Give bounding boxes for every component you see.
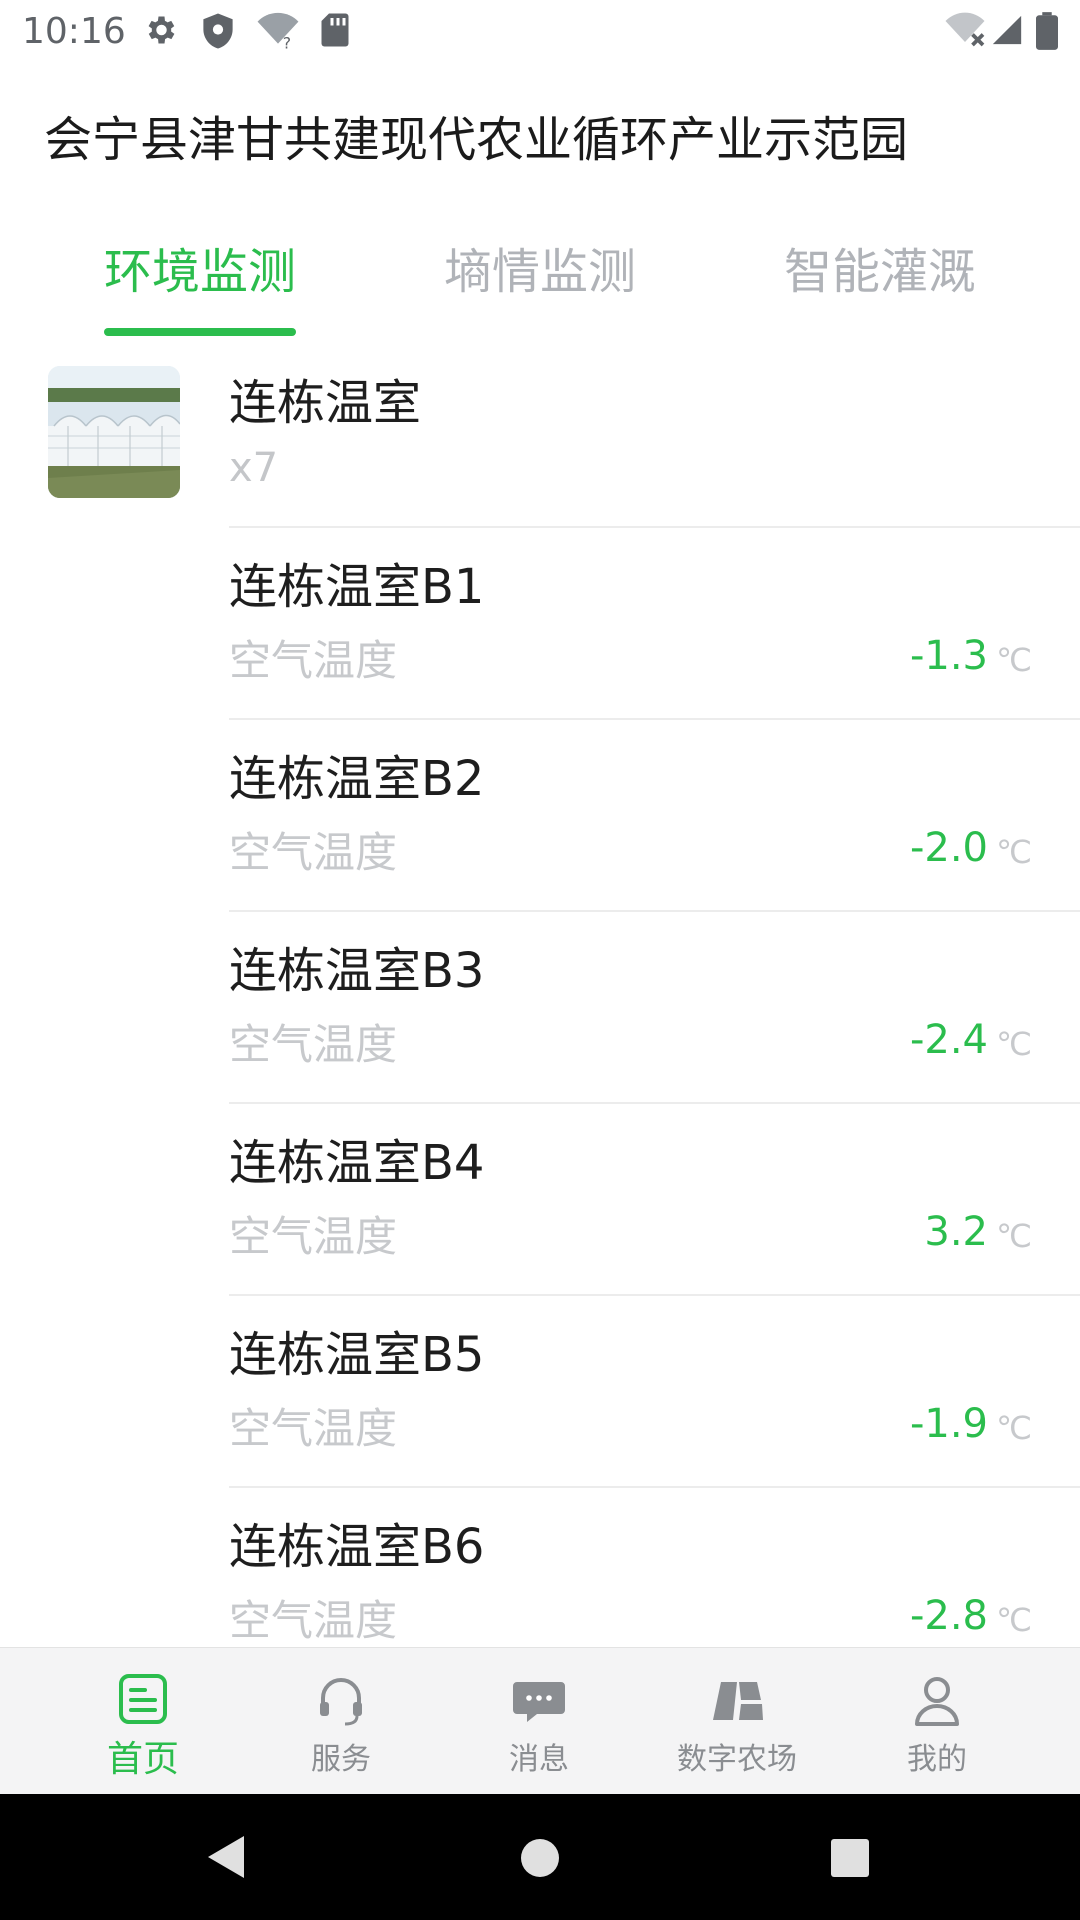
back-icon[interactable] <box>206 1834 246 1880</box>
greenhouse-list[interactable]: 连栋温室 x7 连栋温室B1 空气温度 -1.3 ℃ 连栋温室B2 空气温度 -… <box>0 345 1080 1647</box>
list-item-greenhouse-b1[interactable]: 连栋温室B1 空气温度 -1.3 ℃ <box>0 528 1080 720</box>
item-name: 连栋温室B2 <box>229 751 485 807</box>
tab-active-indicator <box>104 328 296 336</box>
home-circle-icon[interactable] <box>520 1838 560 1878</box>
item-unit: ℃ <box>996 1601 1032 1639</box>
tab-environment-monitoring[interactable]: 环境监测 <box>30 232 370 312</box>
tab-smart-irrigation[interactable]: 智能灌溉 <box>710 232 1050 312</box>
nav-item-service[interactable]: 服务 <box>241 1648 441 1795</box>
item-name: 连栋温室B4 <box>229 1135 485 1191</box>
item-temperature-value: -2.8 <box>909 1593 988 1639</box>
list-item-greenhouse-b6[interactable]: 连栋温室B6 空气温度 -2.8 ℃ <box>0 1488 1080 1647</box>
item-metric-label: 空气温度 <box>229 1020 398 1069</box>
group-count: x7 <box>229 445 279 491</box>
group-header[interactable]: 连栋温室 x7 <box>0 345 1080 528</box>
item-unit: ℃ <box>996 641 1032 679</box>
nav-label: 消息 <box>509 1742 569 1777</box>
item-metric-label: 空气温度 <box>229 636 398 685</box>
item-unit: ℃ <box>996 1025 1032 1063</box>
item-temperature-value: 3.2 <box>924 1209 988 1255</box>
item-unit: ℃ <box>996 1217 1032 1255</box>
list-item-greenhouse-b3[interactable]: 连栋温室B3 空气温度 -2.4 ℃ <box>0 912 1080 1104</box>
farm-icon <box>713 1682 763 1720</box>
nav-item-digital-farm[interactable]: 数字农场 <box>637 1648 837 1795</box>
battery-icon <box>1036 12 1058 50</box>
status-time: 10:16 <box>22 11 126 52</box>
item-name: 连栋温室B6 <box>229 1519 485 1575</box>
wifi-off-icon <box>945 12 985 47</box>
nav-item-home[interactable]: 首页 <box>43 1648 243 1795</box>
list-item-greenhouse-b2[interactable]: 连栋温室B2 空气温度 -2.0 ℃ <box>0 720 1080 912</box>
item-metric-label: 空气温度 <box>229 828 398 877</box>
item-name: 连栋温室B3 <box>229 943 485 999</box>
list-item-greenhouse-b5[interactable]: 连栋温室B5 空气温度 -1.9 ℃ <box>0 1296 1080 1488</box>
item-metric-label: 空气温度 <box>229 1596 398 1645</box>
item-temperature-value: -1.3 <box>909 633 988 679</box>
wifi-question-icon: ? <box>257 12 299 50</box>
system-nav-bar <box>0 1794 1080 1920</box>
nav-item-profile[interactable]: 我的 <box>837 1648 1037 1795</box>
item-temperature-value: -2.0 <box>909 825 988 871</box>
item-metric-label: 空气温度 <box>229 1212 398 1261</box>
gear-icon <box>148 16 175 44</box>
item-metric-label: 空气温度 <box>229 1404 398 1453</box>
tab-soil-moisture-monitoring[interactable]: 墒情监测 <box>370 232 710 312</box>
tab-bar: 环境监测 墒情监测 智能灌溉 <box>0 232 1080 342</box>
item-name: 连栋温室B5 <box>229 1327 485 1383</box>
nav-item-messages[interactable]: 消息 <box>439 1648 639 1795</box>
cell-signal-icon <box>992 15 1022 45</box>
item-name: 连栋温室B1 <box>229 559 485 615</box>
page-title: 会宁县津甘共建现代农业循环产业示范园 <box>44 112 909 168</box>
item-temperature-value: -2.4 <box>909 1017 988 1063</box>
greenhouse-thumbnail <box>48 366 180 498</box>
sd-card-icon <box>321 13 349 47</box>
shield-icon <box>203 13 233 49</box>
nav-label: 服务 <box>311 1742 371 1777</box>
user-icon <box>915 1677 959 1726</box>
list-item-greenhouse-b4[interactable]: 连栋温室B4 空气温度 3.2 ℃ <box>0 1104 1080 1296</box>
nav-label: 我的 <box>907 1742 967 1777</box>
headset-icon <box>320 1678 362 1726</box>
item-unit: ℃ <box>996 833 1032 871</box>
item-temperature-value: -1.9 <box>909 1401 988 1447</box>
nav-label: 数字农场 <box>677 1742 797 1777</box>
chat-icon <box>513 1682 565 1722</box>
group-name: 连栋温室 <box>229 375 422 431</box>
item-unit: ℃ <box>996 1409 1032 1447</box>
svg-text:?: ? <box>283 33 291 50</box>
nav-label: 首页 <box>106 1739 179 1780</box>
recents-square-icon[interactable] <box>830 1838 870 1878</box>
status-bar: 10:16 ? <box>0 0 1080 64</box>
home-doc-icon <box>119 1674 167 1724</box>
bottom-nav: 首页 服务 消息 数字农场 我的 <box>0 1647 1080 1795</box>
